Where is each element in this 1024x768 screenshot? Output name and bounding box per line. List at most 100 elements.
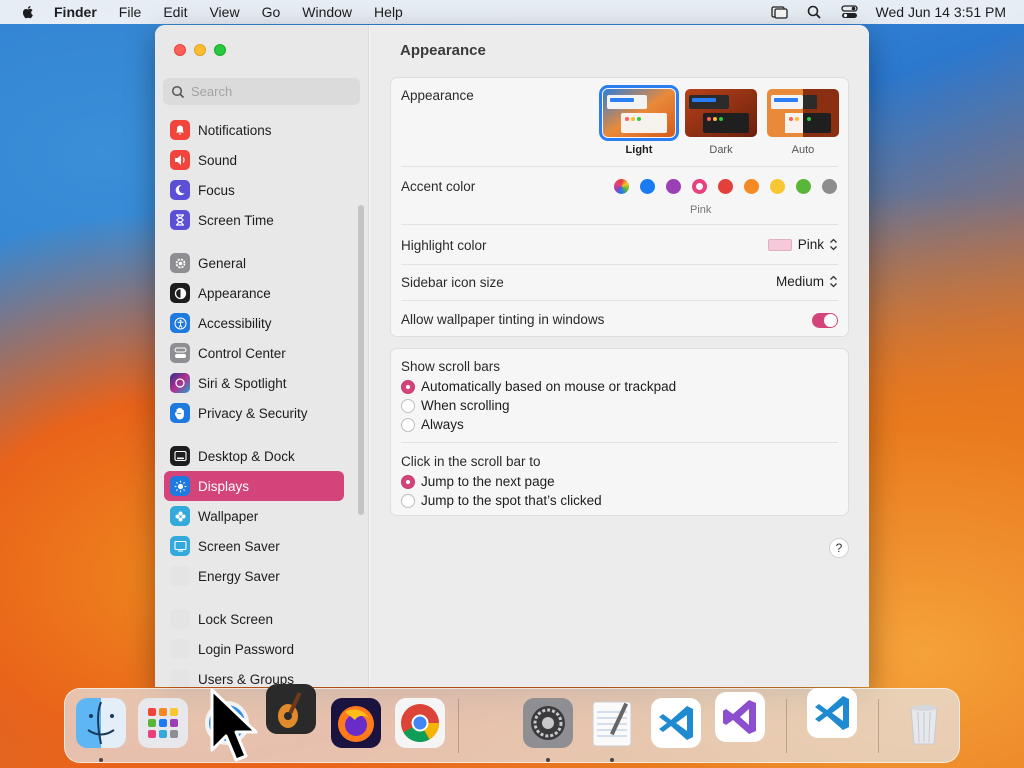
system-settings-icon[interactable] [522, 697, 574, 749]
appearance-auto-label: Auto [791, 144, 815, 156]
sun-icon [170, 476, 190, 496]
running-indicator [99, 758, 103, 762]
sidebar-item-screen-time[interactable]: Screen Time [164, 205, 344, 235]
sidebar-item-label: Siri & Spotlight [198, 375, 287, 391]
accent-swatch-blue[interactable] [640, 179, 655, 194]
sidebar-item-general[interactable]: General [164, 248, 344, 278]
stage-manager-icon[interactable] [770, 5, 788, 19]
sidebar-item-label: Focus [198, 182, 235, 198]
radio-button[interactable] [401, 474, 415, 489]
divider [401, 224, 838, 225]
launchpad-icon[interactable] [137, 697, 189, 749]
help-button[interactable]: ? [829, 538, 849, 558]
accent-swatch-red[interactable] [718, 179, 733, 194]
accent-swatch-green[interactable] [796, 179, 811, 194]
appearance-option-dark[interactable] [685, 89, 757, 137]
appearance-option-auto[interactable] [767, 89, 839, 137]
popup-chevron-icon [830, 275, 837, 288]
sidebar-item-label: General [198, 255, 247, 271]
scroll-bars-option-when-scrolling[interactable]: When scrolling [401, 398, 510, 413]
textedit-icon[interactable] [586, 697, 638, 749]
sidebar-item-energy-saver[interactable]: Energy Saver [164, 561, 344, 591]
accent-color-name: Pink [690, 204, 712, 216]
radio-button[interactable] [401, 417, 415, 432]
scroll-bars-option-automatic[interactable]: Automatically based on mouse or trackpad [401, 379, 676, 394]
sidebar-item-label: Lock Screen [198, 611, 274, 627]
speaker-icon [170, 150, 190, 170]
garageband-icon[interactable] [265, 683, 317, 735]
dock-separator [878, 699, 879, 753]
accent-swatch-graphite[interactable] [822, 179, 837, 194]
sidebar-item-lock-screen[interactable]: Lock Screen [164, 604, 344, 634]
minimize-button[interactable] [194, 44, 206, 56]
sidebar-item-focus[interactable]: Focus [164, 175, 344, 205]
screen-saver-icon [170, 536, 190, 556]
trash-icon[interactable] [898, 697, 950, 749]
close-button[interactable] [174, 44, 186, 56]
accent-swatch-purple[interactable] [666, 179, 681, 194]
menu-window[interactable]: Window [302, 4, 352, 20]
sidebar-icon-size-value: Medium [775, 274, 824, 289]
show-scroll-bars-label: Show scroll bars [401, 359, 501, 374]
accent-swatch-pink[interactable] [692, 179, 707, 194]
sidebar-item-notifications[interactable]: Notifications [164, 115, 344, 145]
firefox-icon[interactable] [330, 697, 382, 749]
zoom-button[interactable] [214, 44, 226, 56]
accent-swatch-multicolor[interactable] [614, 179, 629, 194]
vscode-insiders-icon[interactable] [806, 687, 858, 739]
menu-help[interactable]: Help [374, 4, 403, 20]
search-placeholder: Search [191, 84, 233, 99]
sidebar-item-label: Screen Saver [198, 538, 280, 554]
sidebar-item-privacy-security[interactable]: Privacy & Security [164, 398, 344, 428]
radio-button[interactable] [401, 379, 415, 394]
chrome-icon[interactable] [394, 697, 446, 749]
sidebar-item-appearance[interactable]: Appearance [164, 278, 344, 308]
vscode-icon[interactable] [650, 697, 702, 749]
sidebar-item-siri-spotlight[interactable]: Siri & Spotlight [164, 368, 344, 398]
click-scroll-option-next-page[interactable]: Jump to the next page [401, 474, 555, 489]
wallpaper-tinting-toggle[interactable] [812, 313, 838, 328]
menu-view[interactable]: View [209, 4, 239, 20]
radio-button[interactable] [401, 493, 415, 508]
search-field[interactable]: Search [163, 78, 360, 105]
accent-swatch-orange[interactable] [744, 179, 759, 194]
menu-app-name[interactable]: Finder [54, 4, 97, 20]
visual-studio-icon[interactable] [714, 691, 766, 743]
menu-go[interactable]: Go [262, 4, 281, 20]
mouse-cursor-icon [210, 688, 258, 762]
sidebar-scrollbar[interactable] [358, 205, 364, 515]
sidebar-item-screen-saver[interactable]: Screen Saver [164, 531, 344, 561]
finder-icon[interactable] [75, 697, 127, 749]
sidebar-item-sound[interactable]: Sound [164, 145, 344, 175]
hourglass-icon [170, 210, 190, 230]
apple-logo-icon[interactable] [20, 4, 36, 20]
appearance-light-label: Light [625, 144, 653, 156]
settings-pane: Appearance Appearance Light Dark Auto Ac… [370, 25, 869, 687]
sidebar-item-label: Wallpaper [198, 508, 259, 524]
control-center-icon[interactable] [840, 5, 858, 19]
menu-file[interactable]: File [119, 4, 142, 20]
pane-title: Appearance [400, 42, 486, 59]
menu-clock[interactable]: Wed Jun 14 3:51 PM [876, 4, 1006, 20]
click-scroll-option-spot-clicked[interactable]: Jump to the spot that’s clicked [401, 493, 602, 508]
appearance-icon [170, 283, 190, 303]
radio-button[interactable] [401, 398, 415, 413]
menu-edit[interactable]: Edit [163, 4, 187, 20]
sidebar-item-control-center[interactable]: Control Center [164, 338, 344, 368]
sidebar-item-wallpaper[interactable]: Wallpaper [164, 501, 344, 531]
spotlight-search-icon[interactable] [806, 5, 823, 19]
accent-swatch-yellow[interactable] [770, 179, 785, 194]
sidebar-icon-size-popup[interactable]: Medium [776, 274, 838, 289]
appearance-option-light[interactable] [599, 85, 679, 141]
sidebar-item-accessibility[interactable]: Accessibility [164, 308, 344, 338]
sidebar-item-login-password[interactable]: Login Password [164, 634, 344, 664]
sidebar-item-label: Control Center [198, 345, 286, 361]
highlight-color-popup[interactable]: Pink [767, 237, 838, 252]
wallpaper-icon [170, 506, 190, 526]
sidebar-item-desktop-dock[interactable]: Desktop & Dock [164, 441, 344, 471]
sidebar-item-displays[interactable]: Displays [164, 471, 344, 501]
scroll-bars-option-always[interactable]: Always [401, 417, 464, 432]
sidebar-item-users-groups[interactable]: Users & Groups [164, 664, 344, 687]
users-groups-icon [170, 669, 190, 687]
radio-label: Always [421, 417, 464, 432]
